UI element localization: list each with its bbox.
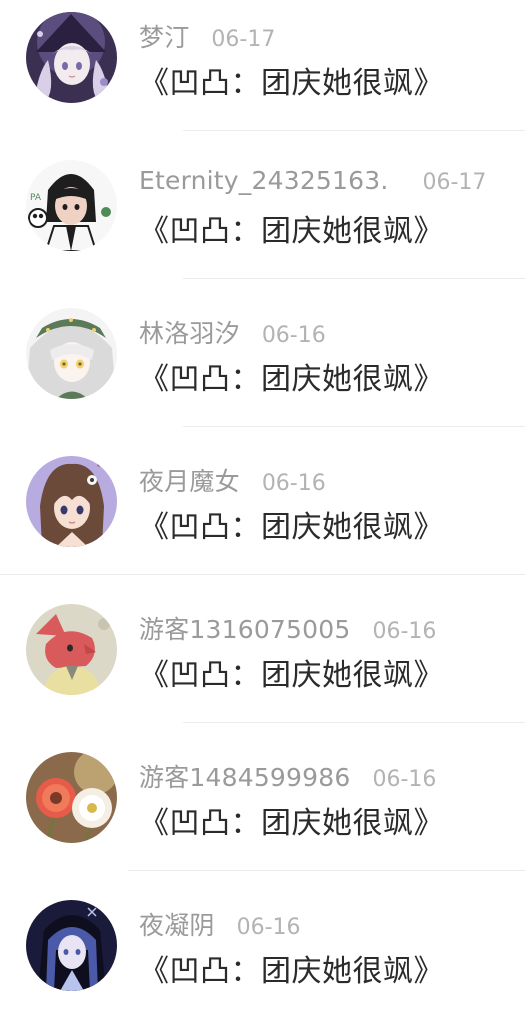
avatar[interactable] [26, 12, 117, 103]
username[interactable]: Eternity_24325163. [139, 166, 389, 195]
comment-text: 《凹凸：团庆她很飒》 [139, 66, 444, 101]
comment-date: 06-17 [211, 27, 276, 52]
comment-text: 《凹凸：团庆她很飒》 [139, 510, 444, 545]
comment-date: 06-16 [372, 619, 437, 644]
username[interactable]: 林洛羽汐 [139, 314, 240, 350]
comment-date: 06-16 [261, 323, 326, 348]
dark-anime-girl-avatar [26, 900, 117, 991]
list-item[interactable]: 游客1316075005 06-16 《凹凸：团庆她很飒》 [0, 592, 525, 740]
comment-meta: 梦汀 06-17 [139, 18, 275, 52]
username[interactable]: 夜月魔女 [139, 462, 240, 498]
anime-girl-witch-hat-avatar [26, 12, 117, 103]
avatar[interactable]: PA [26, 160, 117, 251]
list-item[interactable]: 林洛羽汐 06-16 《凹凸：团庆她很飒》 [0, 296, 525, 444]
comment-date: 06-16 [236, 915, 301, 940]
anime-brown-hair-girl-avatar [26, 456, 117, 547]
comment-date: 06-16 [261, 471, 326, 496]
list-item[interactable]: 夜月魔女 06-16 《凹凸：团庆她很飒》 [0, 444, 525, 592]
comment-list: 梦汀 06-17 《凹凸：团庆她很飒》 PA Eternity_24325163… [0, 0, 525, 1035]
avatar[interactable] [26, 752, 117, 843]
comment-meta: 夜凝阴 06-16 [139, 906, 301, 940]
fox-character-avatar [26, 604, 117, 695]
anime-white-hair-avatar [26, 308, 117, 399]
comment-date: 06-16 [372, 767, 437, 792]
comment-text: 《凹凸：团庆她很飒》 [139, 362, 444, 397]
anime-girl-panda-avatar: PA [26, 160, 117, 251]
comment-meta: Eternity_24325163. 06-17 [139, 166, 486, 200]
avatar[interactable] [26, 308, 117, 399]
avatar[interactable] [26, 900, 117, 991]
list-item[interactable]: PA Eternity_24325163. 06-17 《凹凸：团庆她很飒》 [0, 148, 525, 296]
divider [183, 722, 525, 723]
flower-photo-avatar [26, 752, 117, 843]
list-item[interactable]: 游客1484599986 06-16 《凹凸：团庆她很飒》 [0, 740, 525, 888]
comment-text: 《凹凸：团庆她很飒》 [139, 954, 444, 989]
username[interactable]: 梦汀 [139, 18, 189, 54]
divider [128, 870, 525, 871]
comment-meta: 夜月魔女 06-16 [139, 462, 326, 496]
divider [183, 426, 525, 427]
comment-text: 《凹凸：团庆她很飒》 [139, 658, 444, 693]
divider [183, 130, 525, 131]
list-item[interactable]: 夜凝阴 06-16 《凹凸：团庆她很飒》 [0, 888, 525, 1036]
comment-text: 《凹凸：团庆她很飒》 [139, 806, 444, 841]
comment-meta: 游客1484599986 06-16 [139, 758, 436, 792]
comment-meta: 林洛羽汐 06-16 [139, 314, 326, 348]
avatar[interactable] [26, 456, 117, 547]
comment-date: 06-17 [422, 170, 487, 195]
divider [0, 574, 525, 575]
username[interactable]: 夜凝阴 [139, 906, 215, 942]
svg-text:PA: PA [30, 193, 42, 203]
username[interactable]: 游客1316075005 [139, 610, 350, 646]
avatar[interactable] [26, 604, 117, 695]
list-item[interactable]: 梦汀 06-17 《凹凸：团庆她很飒》 [0, 0, 525, 148]
divider [183, 278, 525, 279]
username[interactable]: 游客1484599986 [139, 758, 350, 794]
comment-meta: 游客1316075005 06-16 [139, 610, 436, 644]
comment-text: 《凹凸：团庆她很飒》 [139, 214, 444, 249]
